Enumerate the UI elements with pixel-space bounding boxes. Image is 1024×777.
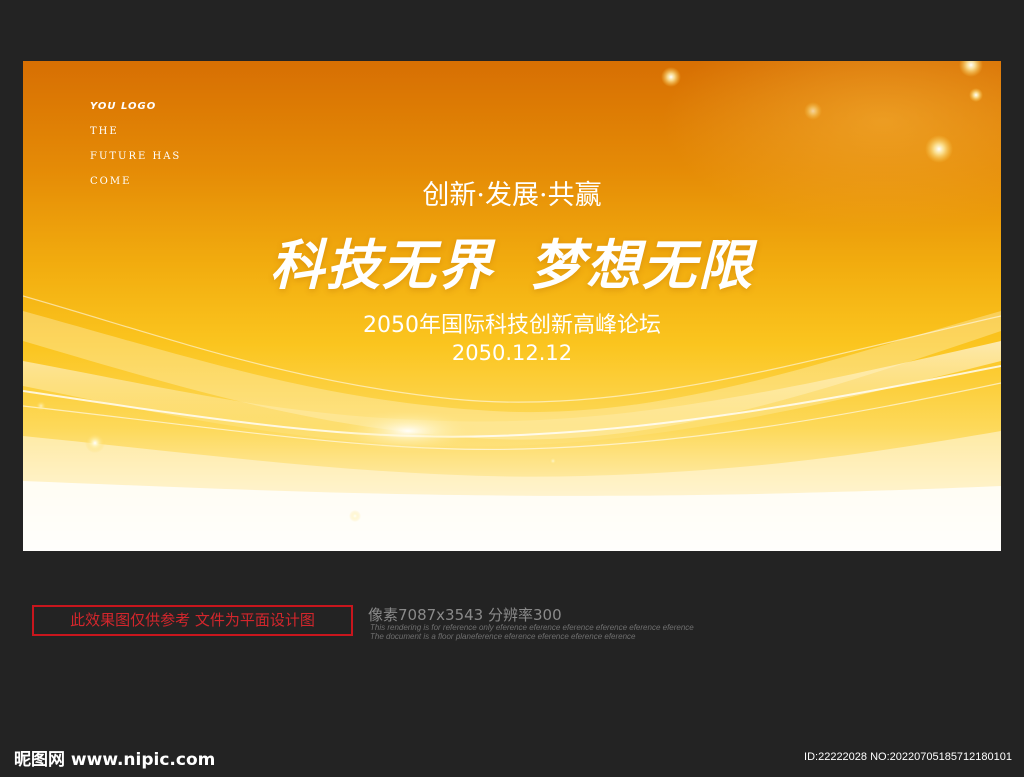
page: YOU LOGO THE FUTURE HAS COME 创新·发展·共赢 科技… (0, 0, 1024, 777)
banner-subtitle-text: 创新·发展·共赢 (422, 180, 602, 211)
spec-note-2: The document is a floor planeference efe… (370, 632, 636, 641)
banner-headline: 科技无界 梦想无限 (23, 221, 1001, 300)
headline-right: 梦想无限 (530, 234, 754, 297)
forum-name: 2050年国际科技创新高峰论坛 (363, 313, 661, 338)
reference-notice: 此效果图仅供参考 文件为平面设计图 (32, 605, 353, 636)
tagline-line-1: THE (90, 126, 119, 137)
headline-left: 科技无界 (270, 234, 494, 297)
image-id: ID:22222028 NO:20220705185712180101 (804, 751, 1012, 763)
tagline-line-2: FUTURE HAS (90, 151, 182, 162)
logo-text: YOU LOGO (90, 101, 157, 112)
banner-subtitle: 创新·发展·共赢 (23, 173, 1001, 212)
site-watermark[interactable]: 昵图网 www.nipic.com (14, 745, 215, 770)
image-spec: 像素7087x3543 分辨率300 (368, 606, 562, 624)
forum-date: 2050.12.12 (451, 341, 573, 365)
spec-note-1: This rendering is for reference only efe… (370, 623, 694, 632)
banner-image: YOU LOGO THE FUTURE HAS COME 创新·发展·共赢 科技… (23, 61, 1001, 551)
